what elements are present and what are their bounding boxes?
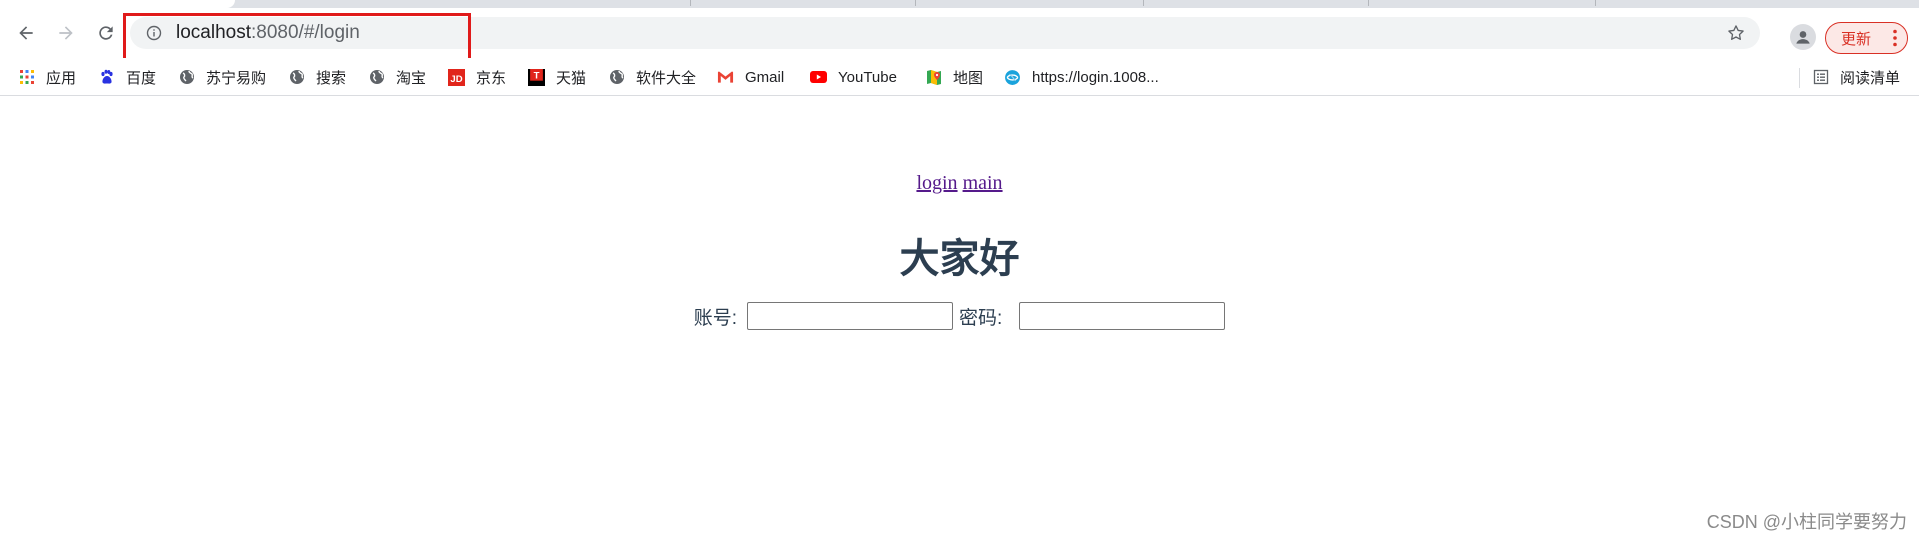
forward-button[interactable] bbox=[49, 16, 83, 50]
main-link[interactable]: main bbox=[963, 172, 1003, 194]
url-rest: :8080/#/login bbox=[251, 22, 360, 43]
svg-text:JD: JD bbox=[450, 73, 462, 84]
svg-text:T: T bbox=[534, 70, 540, 81]
watermark: CSDN @小柱同学要努力 bbox=[1706, 512, 1907, 532]
bookmark-tmall[interactable]: T 天猫 bbox=[528, 66, 586, 88]
back-button[interactable] bbox=[9, 16, 43, 50]
update-label: 更新 bbox=[1841, 30, 1872, 48]
url-text[interactable]: localhost:8080/#/login bbox=[176, 23, 360, 43]
bookmark-software[interactable]: 软件大全 bbox=[608, 66, 696, 88]
jd-icon: JD bbox=[448, 68, 465, 86]
password-input[interactable] bbox=[1019, 302, 1226, 330]
bookmark-jd[interactable]: JD 京东 bbox=[448, 66, 506, 88]
login-form: 账号: 密码: bbox=[0, 302, 1919, 330]
tab-separator bbox=[1368, 0, 1369, 6]
update-button[interactable]: 更新 bbox=[1825, 22, 1908, 54]
url-host: localhost bbox=[176, 22, 251, 43]
youtube-icon bbox=[810, 69, 827, 86]
bookmark-baidu[interactable]: 百度 bbox=[98, 66, 156, 88]
info-icon[interactable] bbox=[146, 25, 162, 41]
page-title: 大家好 bbox=[899, 237, 1020, 281]
person-icon bbox=[1796, 31, 1810, 44]
tab-strip bbox=[0, 0, 1919, 8]
reading-list-icon bbox=[1812, 69, 1829, 86]
bookmarks-bar: 应用 百度 苏宁易购 搜索 淘宝 JD 京东 T 天猫 软件大全 Gmail Y… bbox=[0, 58, 1919, 96]
tab-separator bbox=[1595, 0, 1596, 6]
tab-separator bbox=[1143, 0, 1144, 6]
bookmarks-separator bbox=[1799, 68, 1800, 88]
tmall-icon: T bbox=[528, 68, 545, 86]
bookmark-search[interactable]: 搜索 bbox=[288, 66, 346, 88]
router-nav: login main bbox=[0, 172, 1919, 195]
bookmark-apps[interactable]: 应用 bbox=[18, 66, 76, 88]
gmail-icon bbox=[717, 69, 734, 86]
globe-icon bbox=[288, 69, 305, 86]
tab-separator bbox=[915, 0, 916, 6]
maps-icon bbox=[925, 69, 942, 86]
apps-grid-icon bbox=[18, 69, 35, 86]
bookmark-maps[interactable]: 地图 bbox=[925, 66, 983, 88]
reload-icon bbox=[99, 26, 113, 40]
password-label: 密码: bbox=[959, 307, 1003, 329]
more-vertical-icon bbox=[1893, 29, 1897, 47]
globe-icon bbox=[368, 69, 385, 86]
bookmark-suning[interactable]: 苏宁易购 bbox=[178, 66, 266, 88]
active-tab[interactable] bbox=[0, 0, 235, 8]
site-icon bbox=[1004, 69, 1021, 86]
reading-list-button[interactable]: 阅读清单 bbox=[1812, 66, 1900, 88]
address-bar[interactable]: localhost:8080/#/login bbox=[130, 17, 1760, 49]
bookmark-gmail[interactable]: Gmail bbox=[717, 66, 784, 88]
account-label: 账号: bbox=[693, 307, 737, 329]
login-link[interactable]: login bbox=[916, 172, 957, 194]
profile-avatar[interactable] bbox=[1790, 24, 1816, 50]
baidu-paw-icon bbox=[98, 69, 115, 86]
arrow-left-icon bbox=[19, 26, 33, 40]
account-input[interactable] bbox=[747, 302, 953, 330]
arrow-right-icon bbox=[59, 26, 73, 40]
bookmark-star-icon[interactable] bbox=[1726, 23, 1746, 43]
bookmark-login-1008[interactable]: https://login.1008... bbox=[1004, 66, 1159, 88]
reload-button[interactable] bbox=[89, 16, 123, 50]
globe-icon bbox=[178, 69, 195, 86]
globe-icon bbox=[608, 69, 625, 86]
bookmark-taobao[interactable]: 淘宝 bbox=[368, 66, 426, 88]
browser-toolbar: localhost:8080/#/login 更新 bbox=[0, 8, 1919, 58]
tab-separator bbox=[690, 0, 691, 6]
bookmark-youtube[interactable]: YouTube bbox=[810, 66, 897, 88]
